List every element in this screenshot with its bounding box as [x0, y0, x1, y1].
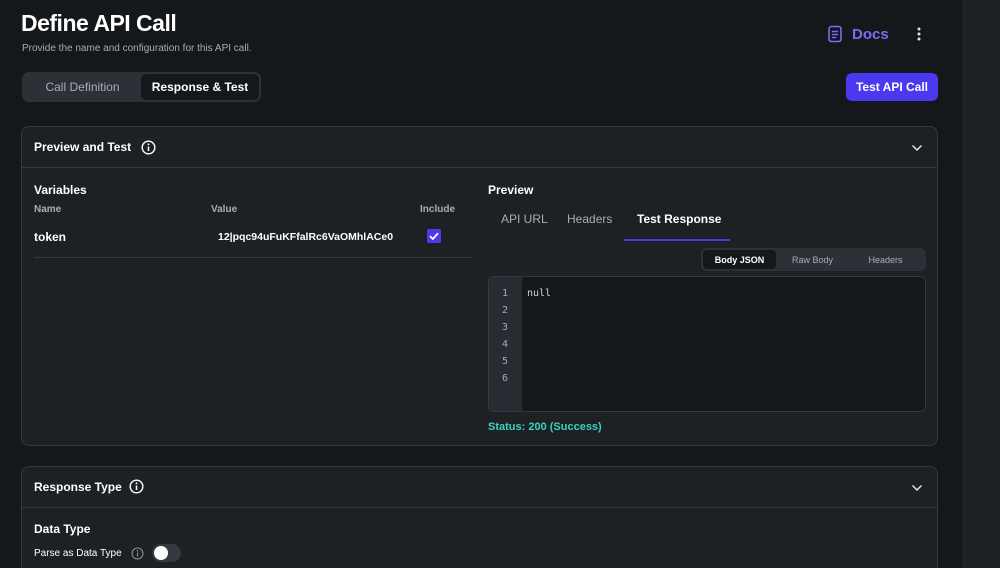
- data-type-heading: Data Type: [34, 522, 91, 536]
- info-icon[interactable]: [129, 479, 144, 494]
- tab-call-definition[interactable]: Call Definition: [24, 74, 141, 100]
- line-number: 6: [502, 373, 509, 384]
- response-type-title: Response Type: [34, 480, 122, 494]
- right-panel-edge: [962, 0, 1000, 568]
- line-number: 3: [502, 322, 509, 333]
- tab-response-and-test[interactable]: Response & Test: [141, 74, 259, 100]
- line-number: 1: [502, 288, 509, 299]
- page-title: Define API Call: [21, 10, 177, 36]
- status-text: Status: 200 (Success): [488, 421, 602, 433]
- chevron-down-icon[interactable]: [911, 142, 923, 154]
- tab-test-response[interactable]: Test Response: [637, 212, 721, 226]
- more-options-button[interactable]: [910, 23, 928, 45]
- page-subtitle: Provide the name and configuration for t…: [22, 43, 252, 54]
- check-icon: [429, 232, 439, 241]
- toggle-knob: [154, 546, 168, 560]
- tab-raw-body[interactable]: Raw Body: [776, 250, 849, 269]
- include-checkbox[interactable]: [427, 229, 441, 243]
- preview-and-test-title: Preview and Test: [34, 140, 132, 154]
- info-icon[interactable]: [131, 547, 144, 560]
- tab-body-json[interactable]: Body JSON: [703, 250, 776, 269]
- body-view-switcher: Body JSON Raw Body Headers: [701, 248, 926, 271]
- variable-value-input[interactable]: 12|pqc94uFuKFfalRc6VaOMhlACe0: [218, 231, 393, 243]
- more-vertical-icon: [917, 27, 921, 41]
- test-api-call-button[interactable]: Test API Call: [846, 73, 938, 101]
- line-number-gutter: 1 2 3 4 5 6: [489, 277, 522, 411]
- response-code-editor[interactable]: 1 2 3 4 5 6 null: [488, 276, 926, 412]
- preview-and-test-header[interactable]: Preview and Test: [22, 127, 937, 168]
- preview-heading: Preview: [488, 183, 534, 197]
- variable-name: token: [34, 230, 67, 244]
- response-type-card: Response Type Data Type Parse as Data Ty…: [21, 466, 938, 568]
- column-include: Include: [420, 204, 456, 215]
- tab-api-url[interactable]: API URL: [501, 212, 548, 226]
- main-tab-switcher: Call Definition Response & Test: [22, 72, 261, 102]
- chevron-down-icon[interactable]: [911, 482, 923, 494]
- line-number: 5: [502, 356, 509, 367]
- response-type-header[interactable]: Response Type: [22, 467, 937, 508]
- parse-as-data-type-toggle[interactable]: [152, 544, 181, 562]
- docs-button[interactable]: Docs: [826, 23, 889, 45]
- response-body-text: null: [527, 288, 552, 299]
- tab-headers[interactable]: Headers: [567, 212, 612, 226]
- line-number: 4: [502, 339, 509, 350]
- tab-response-headers[interactable]: Headers: [849, 250, 922, 269]
- docs-icon: [828, 25, 842, 43]
- row-divider: [34, 257, 472, 258]
- column-name: Name: [34, 204, 62, 215]
- preview-and-test-card: Preview and Test Variables Name Value In…: [21, 126, 938, 446]
- variables-heading: Variables: [34, 183, 87, 197]
- line-number: 2: [502, 305, 509, 316]
- active-tab-indicator: [624, 239, 730, 241]
- parse-as-data-type-label: Parse as Data Type: [34, 548, 122, 559]
- docs-label: Docs: [852, 25, 889, 43]
- info-icon[interactable]: [141, 140, 156, 155]
- column-value: Value: [211, 204, 238, 215]
